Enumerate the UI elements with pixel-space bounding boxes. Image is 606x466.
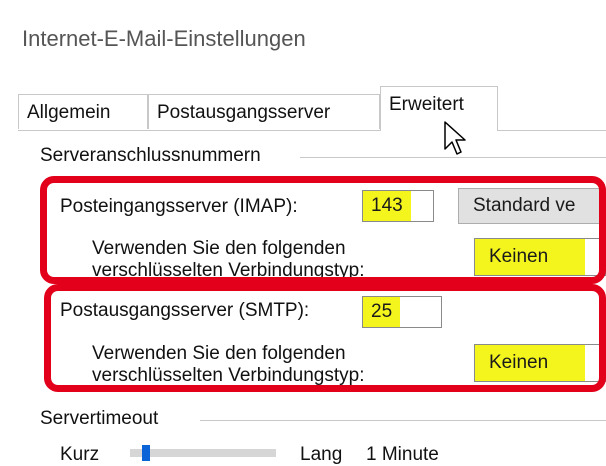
timeout-short-label: Kurz [60,444,100,465]
title-bar: Internet-E-Mail-Einstellungen [0,0,606,78]
window-title: Internet-E-Mail-Einstellungen [22,26,306,51]
tab-erweitert[interactable]: Erweitert [380,86,498,131]
tab-postausgangsserver[interactable]: Postausgangsserver [148,94,380,129]
annotation-box-imap [40,176,606,284]
group-label-timeout: Servertimeout [40,408,165,430]
timeout-slider-thumb[interactable] [142,445,150,461]
mouse-cursor-icon [444,121,466,155]
group-label-ports: Serveranschlussnummern [40,145,267,167]
annotation-box-smtp [44,284,606,392]
timeout-value-label: 1 Minute [366,444,439,465]
tab-allgemein[interactable]: Allgemein [18,94,148,129]
timeout-long-label: Lang [300,444,343,465]
tab-strip: Allgemein Postausgangsserver Erweitert [18,86,606,131]
timeout-slider-track[interactable] [130,449,276,457]
group-divider [300,157,606,158]
group-divider-timeout [200,420,606,421]
